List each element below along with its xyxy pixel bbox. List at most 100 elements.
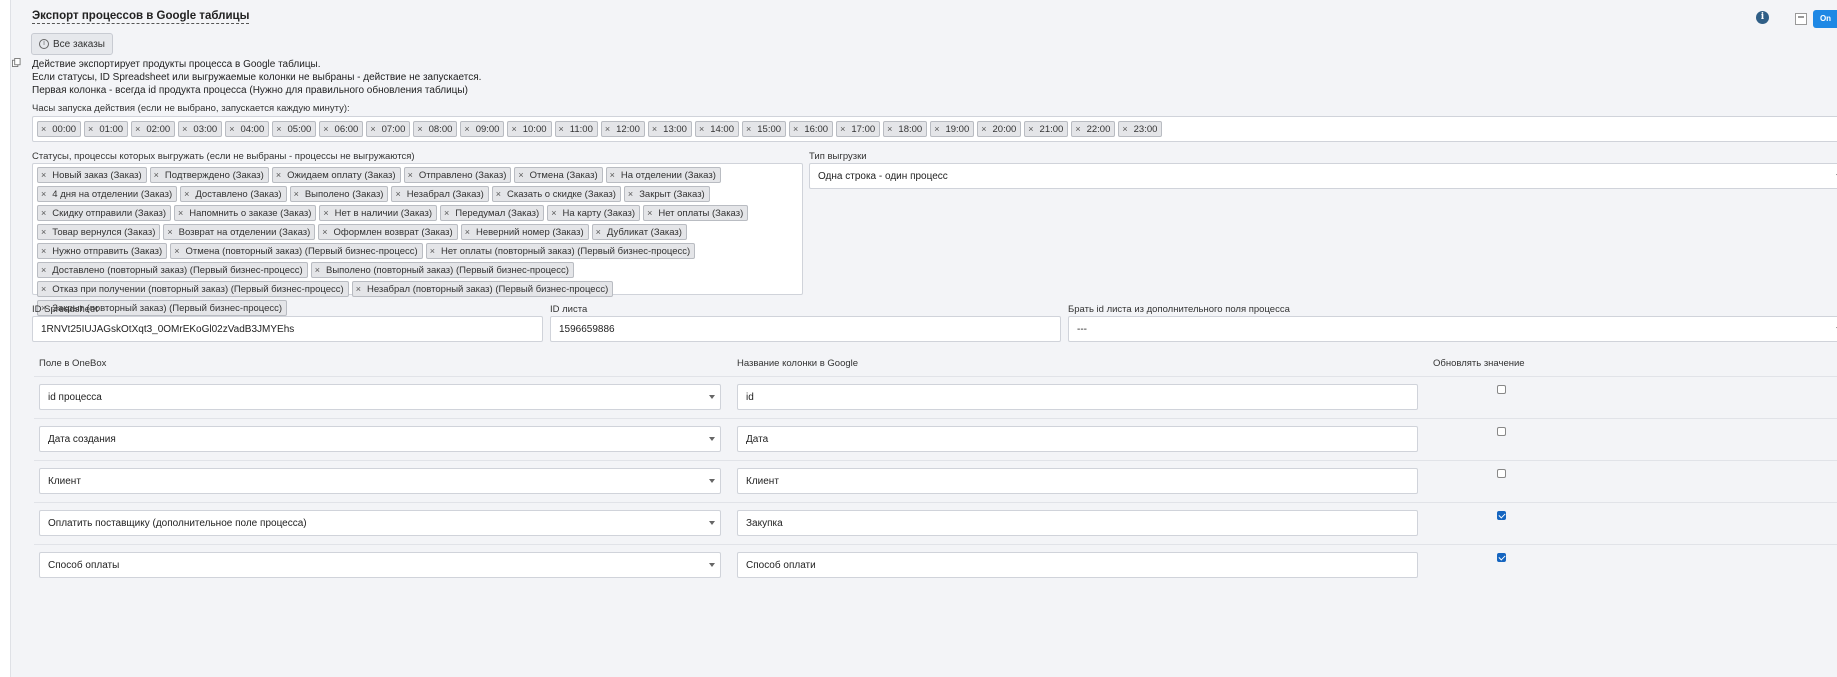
remove-icon[interactable]: × [178, 208, 183, 218]
remove-icon[interactable]: × [276, 170, 281, 180]
enable-toggle[interactable]: On [1813, 10, 1837, 28]
remove-icon[interactable]: × [370, 124, 375, 134]
hour-tag[interactable]: × 21:00 [1024, 121, 1069, 137]
status-tag[interactable]: × Нет оплаты (Заказ) [643, 205, 749, 221]
status-tag[interactable]: × Незабрал (Заказ) [391, 186, 489, 202]
status-tag[interactable]: × 4 дня на отделении (Заказ) [37, 186, 178, 202]
status-tag[interactable]: × Доставлено (повторный заказ) (Первый би… [37, 262, 308, 278]
remove-icon[interactable]: × [88, 124, 93, 134]
onebox-field-select[interactable]: id процесса [39, 384, 721, 410]
remove-icon[interactable]: × [628, 189, 633, 199]
remove-icon[interactable]: × [1122, 124, 1127, 134]
status-tag[interactable]: × Незабрал (повторный заказ) (Первый бизн… [351, 281, 614, 297]
remove-icon[interactable]: × [518, 170, 523, 180]
remove-icon[interactable]: × [417, 124, 422, 134]
remove-icon[interactable]: × [596, 227, 601, 237]
status-tag[interactable]: × Передумал (Заказ) [440, 205, 545, 221]
google-column-input[interactable]: id [737, 384, 1418, 410]
remove-icon[interactable]: × [174, 246, 179, 256]
status-tag[interactable]: × Отказ при получении (повторный заказ) (… [37, 281, 349, 297]
hour-tag[interactable]: × 08:00 [413, 121, 458, 137]
hour-tag[interactable]: × 09:00 [460, 121, 505, 137]
remove-icon[interactable]: × [840, 124, 845, 134]
info-icon[interactable]: i [1756, 11, 1769, 24]
remove-icon[interactable]: × [1075, 124, 1080, 134]
hour-tag[interactable]: × 07:00 [366, 121, 411, 137]
remove-icon[interactable]: × [1028, 124, 1033, 134]
remove-icon[interactable]: × [408, 170, 413, 180]
hour-tag[interactable]: × 18:00 [883, 121, 928, 137]
status-tag[interactable]: × Отмена (Заказ) [514, 167, 603, 183]
remove-icon[interactable]: × [323, 124, 328, 134]
remove-icon[interactable]: × [41, 246, 46, 256]
remove-icon[interactable]: × [430, 246, 435, 256]
hour-tag[interactable]: × 01:00 [84, 121, 129, 137]
remove-icon[interactable]: × [41, 170, 46, 180]
hour-tag[interactable]: × 03:00 [178, 121, 223, 137]
status-tag[interactable]: × Выполено (Заказ) [289, 186, 389, 202]
hour-tag[interactable]: × 22:00 [1071, 121, 1116, 137]
hour-tag[interactable]: × 05:00 [272, 121, 317, 137]
hour-tag[interactable]: × 00:00 [37, 121, 82, 137]
status-tag[interactable]: × Новый заказ (Заказ) [37, 167, 147, 183]
spreadsheet-input[interactable]: 1RNVt25IUJAGskOtXqt3_0OMrEKoGl02zVadB3JM… [32, 316, 543, 342]
remove-icon[interactable]: × [322, 227, 327, 237]
remove-icon[interactable]: × [605, 124, 610, 134]
google-column-input[interactable]: Способ оплати [737, 552, 1418, 578]
remove-icon[interactable]: × [647, 208, 652, 218]
hour-tag[interactable]: × 14:00 [694, 121, 739, 137]
status-tag[interactable]: × Сказать о скидке (Заказ) [491, 186, 621, 202]
status-tag[interactable]: × Неверний номер (Заказ) [460, 224, 589, 240]
remove-icon[interactable]: × [323, 208, 328, 218]
update-checkbox[interactable] [1497, 469, 1506, 478]
remove-icon[interactable]: × [551, 208, 556, 218]
hour-tag[interactable]: × 04:00 [225, 121, 270, 137]
upload-type-select[interactable]: Одна строка - один процесс [809, 163, 1837, 189]
status-tag[interactable]: × Скидку отправили (Заказ) [37, 205, 172, 221]
remove-icon[interactable]: × [315, 265, 320, 275]
remove-icon[interactable]: × [395, 189, 400, 199]
onebox-field-select[interactable]: Дата создания [39, 426, 721, 452]
all-orders-button[interactable]: i Все заказы [31, 33, 113, 55]
status-tag[interactable]: × На карту (Заказ) [547, 205, 641, 221]
hour-tag[interactable]: × 12:00 [600, 121, 645, 137]
remove-icon[interactable]: × [41, 208, 46, 218]
status-tag[interactable]: × На отделении (Заказ) [605, 167, 721, 183]
remove-icon[interactable]: × [229, 124, 234, 134]
hour-tag[interactable]: × 17:00 [836, 121, 881, 137]
remove-icon[interactable]: × [981, 124, 986, 134]
update-checkbox[interactable] [1497, 553, 1506, 562]
remove-icon[interactable]: × [154, 170, 159, 180]
status-tag[interactable]: × Возврат на отделении (Заказ) [163, 224, 316, 240]
hours-select[interactable]: × 00:00 × 01:00 × 02:00 × 03:00 × 04:00 × 05:00 × 06:… [32, 116, 1837, 142]
sheet-input[interactable]: 1596659886 [550, 316, 1061, 342]
remove-icon[interactable]: × [746, 124, 751, 134]
status-tag[interactable]: × Закрыт (Заказ) [623, 186, 710, 202]
remove-icon[interactable]: × [135, 124, 140, 134]
update-checkbox[interactable] [1497, 427, 1506, 436]
status-tag[interactable]: × Отмена (повторный заказ) (Первый бизнес… [170, 243, 423, 259]
remove-icon[interactable]: × [41, 227, 46, 237]
remove-icon[interactable]: × [276, 124, 281, 134]
status-tag[interactable]: × Оформлен возврат (Заказ) [318, 224, 458, 240]
hour-tag[interactable]: × 13:00 [647, 121, 692, 137]
hour-tag[interactable]: × 19:00 [930, 121, 975, 137]
status-tag[interactable]: × Дубликат (Заказ) [591, 224, 687, 240]
remove-icon[interactable]: × [294, 189, 299, 199]
update-checkbox[interactable] [1497, 511, 1506, 520]
remove-icon[interactable]: × [41, 284, 46, 294]
hour-tag[interactable]: × 16:00 [789, 121, 834, 137]
google-column-input[interactable]: Клиент [737, 468, 1418, 494]
remove-icon[interactable]: × [793, 124, 798, 134]
status-tag[interactable]: × Нужно отправить (Заказ) [37, 243, 168, 259]
status-tag[interactable]: × Нет оплаты (повторный заказ) (Первый би… [425, 243, 696, 259]
remove-icon[interactable]: × [182, 124, 187, 134]
update-checkbox[interactable] [1497, 385, 1506, 394]
status-tag[interactable]: × Выполено (повторный заказ) (Первый бизн… [310, 262, 574, 278]
google-column-input[interactable]: Закупка [737, 510, 1418, 536]
hour-tag[interactable]: × 23:00 [1118, 121, 1163, 137]
status-tag[interactable]: × Напомнить о заказе (Заказ) [174, 205, 317, 221]
remove-icon[interactable]: × [167, 227, 172, 237]
hour-tag[interactable]: × 15:00 [742, 121, 787, 137]
status-tag[interactable]: × Отправлено (Заказ) [403, 167, 512, 183]
